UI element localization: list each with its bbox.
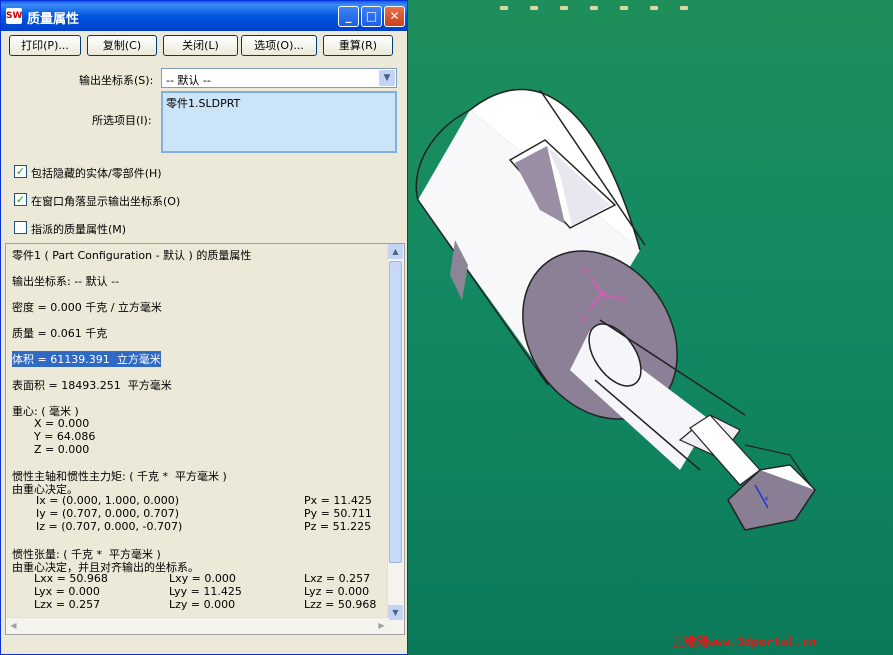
results-coord: 输出坐标系: -- 默认 -- (12, 275, 120, 288)
assigned-props-checkbox[interactable] (14, 221, 27, 234)
options-button[interactable]: 选项(O)... (241, 35, 317, 56)
results-density: 密度 = 0.000 千克 / 立方毫米 (12, 301, 162, 314)
solidworks-icon: SW (6, 8, 22, 24)
results-volume-selected[interactable]: 体积 = 61139.391 立方毫米 (12, 351, 161, 367)
results-cog-y: Y = 64.086 (34, 430, 96, 443)
results-lzx: Lzx = 0.257 (34, 598, 101, 611)
results-pz: Pz = 51.225 (304, 520, 372, 533)
vertical-scrollbar[interactable]: ▲ ▼ (387, 244, 404, 634)
results-iy: Iy = (0.707, 0.000, 0.707) (36, 507, 180, 520)
selected-items-label: 所选项目(I): (92, 114, 152, 127)
results-lxx: Lxx = 50.968 (34, 572, 108, 585)
selected-items-list[interactable]: 零件1.SLDPRT (161, 91, 397, 153)
results-text-area[interactable]: 零件1 ( Part Configuration - 默认 ) 的质量属性 输出… (5, 243, 405, 635)
triad-iy-label: Iy (621, 295, 630, 305)
scroll-thumb[interactable] (389, 261, 402, 563)
triad-iz-label: Iz (581, 315, 589, 325)
close-window-button[interactable]: ✕ (384, 6, 405, 27)
show-coord-label[interactable]: 在窗口角落显示输出坐标系(O) (31, 193, 180, 209)
results-lzy: Lzy = 0.000 (169, 598, 236, 611)
assigned-props-label[interactable]: 指派的质量属性(M) (31, 221, 126, 237)
horizontal-scrollbar[interactable]: ◀ ▶ (6, 617, 389, 634)
results-heading: 零件1 ( Part Configuration - 默认 ) 的质量属性 (12, 249, 252, 262)
results-lyz: Lyz = 0.000 (304, 585, 370, 598)
principal-axes-triad: Ix Iy Iz (581, 267, 630, 325)
results-ix: Ix = (0.000, 1.000, 0.000) (36, 494, 180, 507)
mass-properties-dialog: SW 质量属性 _ □ ✕ 打印(P)... 复制(C) 关闭(L) 选项(O)… (0, 0, 408, 655)
results-py: Py = 50.711 (304, 507, 372, 520)
coord-system-value: -- 默认 -- (166, 74, 211, 87)
results-lxz: Lxz = 0.257 (304, 572, 371, 585)
scroll-up-icon[interactable]: ▲ (388, 244, 403, 259)
results-px: Px = 11.425 (304, 494, 372, 507)
results-cog-x: X = 0.000 (34, 417, 90, 430)
coord-system-select[interactable]: -- 默认 -- ▼ (161, 68, 397, 88)
include-hidden-checkbox[interactable]: ✓ (14, 165, 27, 178)
include-hidden-label[interactable]: 包括隐藏的实体/零部件(H) (31, 165, 162, 181)
scroll-left-icon[interactable]: ◀ (6, 618, 21, 633)
triad-ix-label: Ix (583, 267, 592, 277)
results-surface: 表面积 = 18493.251 平方毫米 (12, 379, 172, 392)
title-bar[interactable]: SW 质量属性 _ □ ✕ (1, 1, 407, 31)
recalculate-button[interactable]: 重算(R) (323, 35, 393, 56)
window-title: 质量属性 (27, 12, 80, 27)
minimize-button[interactable]: _ (338, 6, 359, 27)
copy-button[interactable]: 复制(C) (87, 35, 157, 56)
close-button[interactable]: 关闭(L) (163, 35, 238, 56)
coord-system-label: 输出坐标系(S): (79, 74, 154, 87)
results-iz: Iz = (0.707, 0.000, -0.707) (36, 520, 183, 533)
results-mass: 质量 = 0.061 千克 (12, 327, 108, 340)
scroll-right-icon[interactable]: ▶ (374, 618, 389, 633)
results-lzz: Lzz = 50.968 (304, 598, 377, 611)
maximize-button[interactable]: □ (361, 6, 382, 27)
scroll-down-icon[interactable]: ▼ (388, 605, 403, 620)
show-coord-checkbox[interactable]: ✓ (14, 193, 27, 206)
results-lxy: Lxy = 0.000 (169, 572, 236, 585)
results-cog-z: Z = 0.000 (34, 443, 90, 456)
chevron-down-icon[interactable]: ▼ (379, 70, 395, 86)
list-item[interactable]: 零件1.SLDPRT (166, 95, 240, 111)
svg-text:*: * (764, 496, 769, 506)
results-lyy: Lyy = 11.425 (169, 585, 242, 598)
print-button[interactable]: 打印(P)... (9, 35, 81, 56)
results-lyx: Lyx = 0.000 (34, 585, 100, 598)
watermark: 三维网www.3dportal.cn (672, 635, 817, 649)
